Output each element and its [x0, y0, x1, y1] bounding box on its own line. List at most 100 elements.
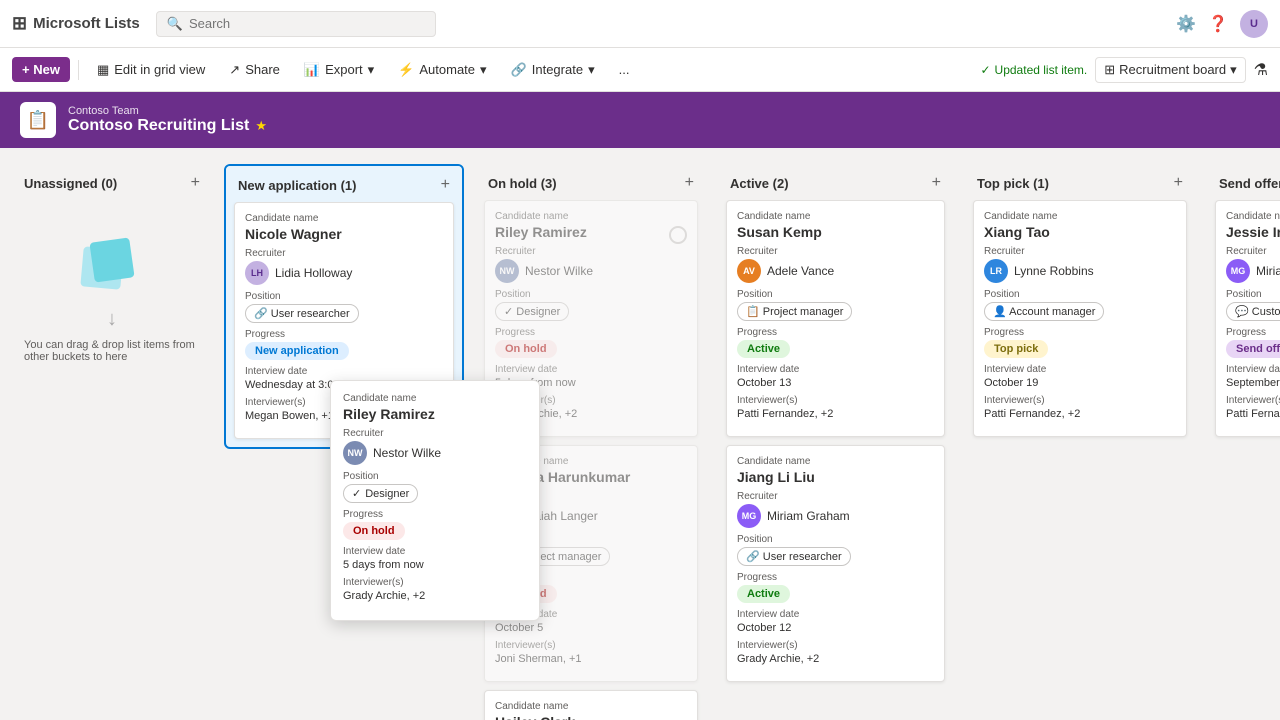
recruiter-name-nicole: Lidia Holloway — [275, 266, 352, 280]
card-xiang-tao[interactable]: Candidate name Xiang Tao Recruiter LR Ly… — [973, 200, 1187, 437]
board-icon: ⊞ — [1104, 62, 1115, 78]
header-text-block: Contoso Team Contoso Recruiting List ★ — [68, 105, 267, 135]
progress-riley-bg: On hold — [495, 340, 557, 358]
filter-icon[interactable]: ⚗ — [1254, 60, 1268, 80]
overlay-candidate-label: Candidate name — [343, 393, 527, 404]
automate-icon: ⚡ — [398, 62, 414, 78]
card-jessie-irwin[interactable]: Candidate name Jessie Irwin Recruiter MG… — [1215, 200, 1280, 437]
overlay-card-riley[interactable]: Candidate name Riley Ramirez Recruiter N… — [330, 380, 540, 621]
add-unassigned-button[interactable]: + — [191, 174, 200, 192]
favorite-star[interactable]: ★ — [255, 118, 267, 134]
down-arrow-icon: ↓ — [107, 308, 117, 331]
recruiter-avatar-jiang: MG — [737, 504, 761, 528]
card-jiang-li-liu[interactable]: Candidate name Jiang Li Liu Recruiter MG… — [726, 445, 945, 682]
grid-view-icon: ▦ — [97, 62, 109, 78]
column-title-on-hold: On hold (3) — [488, 176, 557, 191]
share-button[interactable]: ↗ Share — [219, 57, 290, 83]
integrate-chevron-icon: ▾ — [588, 62, 595, 78]
column-title-active: Active (2) — [730, 176, 789, 191]
column-header-new-application: New application (1) + — [226, 166, 462, 202]
search-input[interactable] — [189, 16, 409, 31]
export-icon: 📊 — [304, 62, 320, 78]
user-avatar[interactable]: U — [1240, 10, 1268, 38]
column-header-active: Active (2) + — [718, 164, 953, 200]
app-name: Microsoft Lists — [33, 15, 140, 32]
board-view-button[interactable]: ⊞ Recruitment board ▾ — [1095, 57, 1245, 83]
column-top-pick: Top pick (1) + Candidate name Xiang Tao … — [965, 164, 1195, 445]
sticky-notes-illustration — [82, 240, 142, 300]
help-icon[interactable]: ❓ — [1208, 14, 1228, 34]
recruiter-row-nicole: LH Lidia Holloway — [245, 261, 443, 285]
share-icon: ↗ — [229, 62, 240, 78]
unassigned-placeholder: ↓ You can drag & drop list items from ot… — [12, 200, 212, 403]
grid-icon: ⊞ — [12, 13, 27, 34]
candidate-name-susan: Susan Kemp — [737, 224, 934, 240]
automate-button[interactable]: ⚡ Automate ▾ — [388, 57, 496, 83]
add-top-pick-button[interactable]: + — [1174, 174, 1183, 192]
updated-badge: ✓ Updated list item. — [980, 63, 1087, 77]
recruiter-name-riley-bg: Nestor Wilke — [525, 264, 593, 278]
column-header-on-hold: On hold (3) + — [476, 164, 706, 200]
overlay-interview-field: Interview date 5 days from now — [343, 546, 527, 571]
toolbar-separator — [78, 60, 79, 80]
more-button[interactable]: ... — [609, 57, 640, 82]
overlay-progress-badge: On hold — [343, 522, 405, 540]
card-hailey[interactable]: Candidate name Hailey Clark Recruiter — [484, 690, 698, 720]
recruiter-avatar-xiang: LR — [984, 259, 1008, 283]
candidate-name-riley-bg: Riley Ramirez — [495, 224, 587, 240]
export-button[interactable]: 📊 Export ▾ — [294, 57, 384, 83]
overlay-recruiter-name: Nestor Wilke — [373, 446, 441, 460]
list-title: Contoso Recruiting List — [68, 117, 249, 135]
search-icon: 🔍 — [167, 16, 183, 32]
column-title-new-application: New application (1) — [238, 178, 356, 193]
recruiter-avatar-jessie: MG — [1226, 259, 1250, 283]
candidate-name-xiang: Xiang Tao — [984, 224, 1176, 240]
position-badge-nicole: 🔗 User researcher — [245, 304, 359, 323]
add-on-hold-button[interactable]: + — [685, 174, 694, 192]
board-chevron-icon: ▾ — [1230, 62, 1237, 78]
new-button[interactable]: + New — [12, 57, 70, 82]
add-active-button[interactable]: + — [932, 174, 941, 192]
candidate-label: Candidate name — [245, 213, 443, 224]
overlay-recruiter-field: Recruiter NW Nestor Wilke — [343, 428, 527, 465]
settings-icon[interactable]: ⚙️ — [1176, 14, 1196, 34]
list-icon: 📋 — [20, 102, 56, 138]
column-header-send-offer: Send offer (1) + — [1207, 164, 1280, 200]
overlay-progress-field: Progress On hold — [343, 509, 527, 540]
card-susan-kemp[interactable]: Candidate name Susan Kemp Recruiter AV A… — [726, 200, 945, 437]
progress-field-nicole: Progress New application — [245, 329, 443, 360]
candidate-name-hailey: Hailey Clark — [495, 714, 687, 720]
export-chevron-icon: ▾ — [368, 62, 375, 78]
column-active: Active (2) + Candidate name Susan Kemp R… — [718, 164, 953, 690]
toolbar-right: ✓ Updated list item. ⊞ Recruitment board… — [980, 57, 1268, 83]
top-right-area: ⚙️ ❓ U — [1176, 10, 1268, 38]
page-header: 📋 Contoso Team Contoso Recruiting List ★ — [0, 92, 1280, 148]
column-title-unassigned: Unassigned (0) — [24, 176, 117, 191]
column-send-offer: Send offer (1) + Candidate name Jessie I… — [1207, 164, 1280, 445]
column-title-top-pick: Top pick (1) — [977, 176, 1049, 191]
position-badge-riley-bg: ✓ Designer — [495, 302, 569, 321]
overlay-interviewers: Grady Archie, +2 — [343, 590, 527, 602]
drag-hint-text: You can drag & drop list items from othe… — [24, 339, 200, 363]
column-header-top-pick: Top pick (1) + — [965, 164, 1195, 200]
app-logo: ⊞ Microsoft Lists — [12, 13, 140, 34]
add-new-application-button[interactable]: + — [441, 176, 450, 194]
edit-grid-button[interactable]: ▦ Edit in grid view — [87, 57, 215, 83]
team-name: Contoso Team — [68, 105, 267, 117]
integrate-icon: 🔗 — [511, 62, 527, 78]
overlay-candidate-name: Riley Ramirez — [343, 406, 527, 422]
candidate-name-nicole: Nicole Wagner — [245, 226, 443, 242]
board-area: Unassigned (0) + ↓ You can drag & drop l… — [0, 148, 1280, 720]
column-header-unassigned: Unassigned (0) + — [12, 164, 212, 200]
recruiter-avatar-nicole: LH — [245, 261, 269, 285]
position-field-nicole: Position 🔗 User researcher — [245, 291, 443, 323]
recruiter-field-nicole: Recruiter LH Lidia Holloway — [245, 248, 443, 285]
search-box[interactable]: 🔍 — [156, 11, 436, 37]
candidate-name-jiang: Jiang Li Liu — [737, 469, 934, 485]
radio-riley[interactable] — [669, 226, 687, 244]
progress-badge-nicole: New application — [245, 342, 349, 360]
candidate-name-jessie: Jessie Irwin — [1226, 224, 1280, 240]
overlay-interviewers-field: Interviewer(s) Grady Archie, +2 — [343, 577, 527, 602]
integrate-button[interactable]: 🔗 Integrate ▾ — [501, 57, 605, 83]
overlay-recruiter-avatar: NW — [343, 441, 367, 465]
